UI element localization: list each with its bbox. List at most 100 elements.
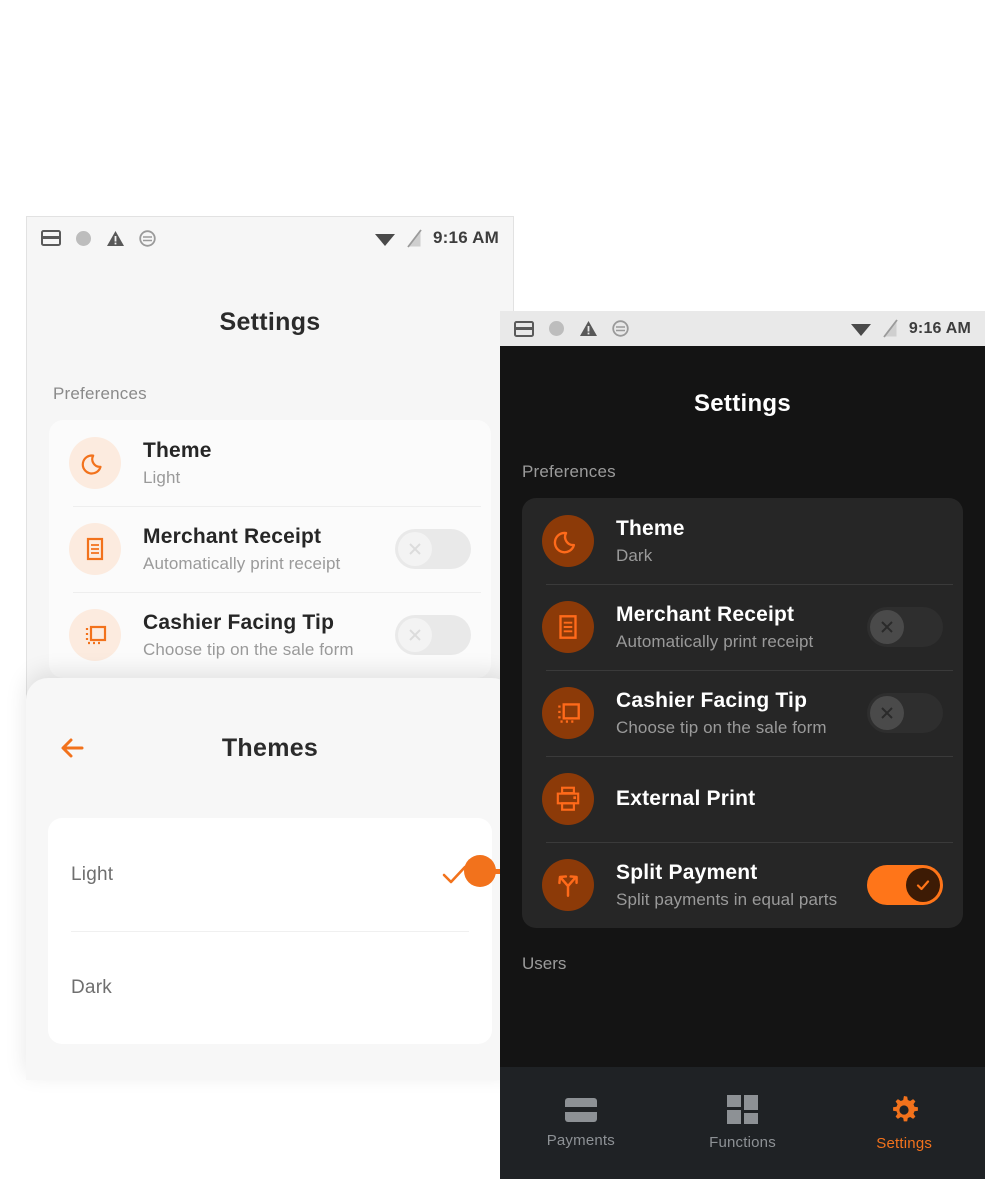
row-text-block: Merchant Receipt Automatically print rec… [143,525,383,574]
row-text-block: Cashier Facing Tip Choose tip on the sal… [143,611,383,660]
wifi-icon [375,233,396,246]
sync-icon [612,320,629,337]
close-icon [409,629,421,641]
toggle-cashier-facing-tip-dark[interactable] [867,693,943,733]
circle-icon [76,230,91,246]
page-title-light: Settings [219,308,321,336]
gear-icon [893,1096,919,1122]
setting-title: Merchant Receipt [143,524,322,548]
bottom-navigation-bar: Payments Functions Settings [500,1067,985,1179]
receipt-icon [86,537,104,561]
row-text-block: Theme Dark [616,517,943,566]
theme-option-label: Dark [71,976,112,998]
signal-off-icon [407,228,422,248]
preferences-card-light: Theme Light Merchant Receipt Automatical… [49,420,491,678]
section-label-users: Users [522,954,567,973]
themes-options-card: Light Dark [48,818,492,1044]
moon-icon [553,531,576,554]
setting-title: Split Payment [616,860,758,884]
receipt-icon-wrapper [69,523,121,575]
dark-theme-phone-screen: 9:16 AM Settings Preferences Theme Dark [500,311,985,1179]
toggle-merchant-receipt-light[interactable] [395,529,471,569]
setting-row-merchant-receipt-dark[interactable]: Merchant Receipt Automatically print rec… [522,584,963,670]
theme-option-dark[interactable]: Dark [48,931,492,1044]
close-icon [881,707,893,719]
tip-screen-icon-wrapper [69,609,121,661]
section-label-preferences-dark: Preferences [522,462,616,481]
theme-option-label: Light [71,863,114,885]
setting-subtitle: Choose tip on the sale form [616,717,827,737]
preferences-card-dark: Theme Dark Merchant Receipt Automaticall… [522,498,963,928]
nav-item-settings[interactable]: Settings [823,1094,985,1152]
close-icon [409,543,421,555]
moon-icon [81,454,102,475]
screenshot-canvas: 9:16 AM Settings Preferences Theme Light [0,0,985,1179]
card-icon [514,320,534,337]
signal-off-icon [883,319,898,338]
setting-subtitle: Light [143,467,181,487]
card-icon [41,230,61,246]
setting-row-merchant-receipt-light[interactable]: Merchant Receipt Automatically print rec… [49,506,491,592]
toggle-cashier-facing-tip-light[interactable] [395,615,471,655]
status-bar-clock: 9:16 AM [433,228,499,247]
check-icon [916,880,930,891]
themes-bottom-sheet: Themes Light Dark [26,678,514,1080]
nav-label: Settings [876,1135,933,1152]
toggle-split-payment-dark[interactable] [867,865,943,905]
warning-triangle-icon [580,321,597,336]
setting-subtitle: Automatically print receipt [616,631,814,651]
printer-icon [556,786,580,811]
themes-header: Themes [26,678,514,818]
setting-row-split-payment-dark[interactable]: Split Payment Split payments in equal pa… [522,842,963,928]
setting-title: Theme [616,516,685,540]
row-text-block: Theme Light [143,439,471,488]
page-title-dark: Settings [693,390,792,417]
tip-screen-icon [85,625,107,645]
sync-icon [139,229,156,247]
toggle-knob [398,532,432,566]
receipt-icon-wrapper [542,601,594,653]
setting-subtitle: Dark [616,545,653,565]
status-bar-clock: 9:16 AM [908,319,971,337]
setting-row-cashier-facing-tip-light[interactable]: Cashier Facing Tip Choose tip on the sal… [49,592,491,678]
toggle-merchant-receipt-dark[interactable] [867,607,943,647]
wifi-icon [850,324,871,336]
status-bar-left-icons [514,320,629,337]
nav-label: Payments [546,1132,615,1149]
printer-icon-wrapper [542,773,594,825]
tip-screen-icon [558,703,580,723]
setting-title: Cashier Facing Tip [143,610,335,634]
setting-row-theme-dark[interactable]: Theme Dark [522,498,963,584]
setting-title: Theme [143,438,212,462]
grid-icon [726,1095,758,1124]
toggle-knob [398,618,432,652]
receipt-icon [559,615,577,639]
warning-triangle-icon [107,230,124,246]
row-text-block: Merchant Receipt Automatically print rec… [616,603,855,652]
close-icon [881,621,893,633]
setting-row-external-print-dark[interactable]: External Print [522,756,963,842]
theme-option-light[interactable]: Light [48,818,492,931]
status-bar-light: 9:16 AM [27,217,513,259]
status-bar-left-icons [41,229,156,247]
setting-row-cashier-facing-tip-dark[interactable]: Cashier Facing Tip Choose tip on the sal… [522,670,963,756]
setting-title: Cashier Facing Tip [616,688,808,712]
circle-icon [549,321,564,336]
row-text-block: Cashier Facing Tip Choose tip on the sal… [616,689,855,738]
arrow-left-icon [61,738,84,758]
themes-title: Themes [221,733,319,762]
nav-item-payments[interactable]: Payments [500,1097,662,1149]
setting-subtitle: Choose tip on the sale form [143,639,354,659]
toggle-knob [870,696,904,730]
setting-title: Merchant Receipt [616,602,795,626]
tip-screen-icon-wrapper [542,687,594,739]
status-bar-right-icons: 9:16 AM [850,319,971,338]
nav-item-functions[interactable]: Functions [662,1095,824,1151]
back-button[interactable] [56,731,90,765]
status-bar-dark: 9:16 AM [500,311,985,346]
status-bar-right-icons: 9:16 AM [374,228,499,248]
setting-row-theme-light[interactable]: Theme Light [49,420,491,506]
moon-icon-wrapper [69,437,121,489]
card-icon [564,1098,597,1122]
row-text-block: Split Payment Split payments in equal pa… [616,861,855,910]
